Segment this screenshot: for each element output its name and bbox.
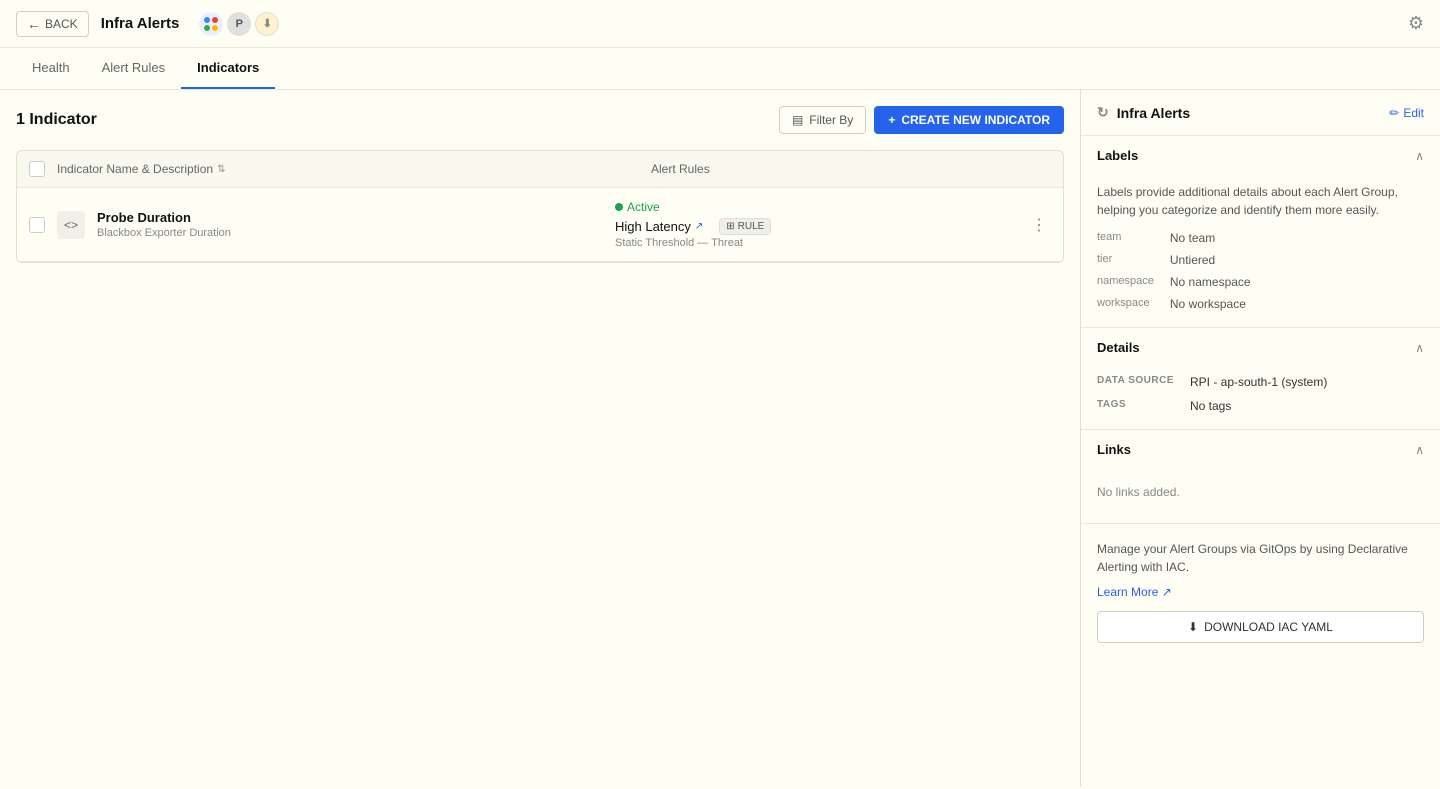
avatar-p[interactable]: P bbox=[227, 12, 251, 36]
iac-description: Manage your Alert Groups via GitOps by u… bbox=[1097, 540, 1424, 576]
rule-badge-label: RULE bbox=[738, 221, 765, 232]
links-chevron-icon: ∧ bbox=[1415, 443, 1424, 457]
rule-name-label: High Latency bbox=[615, 219, 691, 234]
detail-key-tags: TAGS bbox=[1097, 399, 1174, 410]
indicator-description: Blackbox Exporter Duration bbox=[97, 227, 603, 239]
details-grid: DATA SOURCE RPI - ap-south-1 (system) TA… bbox=[1097, 375, 1424, 413]
main-layout: 1 Indicator ▤ Filter By + CREATE NEW IND… bbox=[0, 90, 1440, 787]
code-icon: <> bbox=[57, 211, 85, 239]
row-menu-button[interactable]: ⋮ bbox=[1027, 213, 1051, 237]
refresh-icon: ↻ bbox=[1097, 104, 1109, 121]
indicator-count: 1 Indicator bbox=[16, 111, 97, 129]
sort-icon: ⇅ bbox=[217, 164, 225, 175]
row-actions: ⋮ bbox=[1027, 213, 1051, 237]
labels-section-title: Labels bbox=[1097, 148, 1138, 163]
details-chevron-icon: ∧ bbox=[1415, 341, 1424, 355]
app-title: Infra Alerts bbox=[101, 15, 180, 32]
details-section-content: DATA SOURCE RPI - ap-south-1 (system) TA… bbox=[1081, 367, 1440, 429]
label-key-namespace: namespace bbox=[1097, 275, 1154, 287]
labels-chevron-icon: ∧ bbox=[1415, 149, 1424, 163]
edit-pencil-icon: ✏ bbox=[1389, 106, 1399, 120]
links-section-title: Links bbox=[1097, 442, 1131, 457]
rule-badge: ⊞ RULE bbox=[719, 218, 771, 235]
download-iac-button[interactable]: ⬇ DOWNLOAD IAC YAML bbox=[1097, 611, 1424, 643]
select-all-checkbox[interactable] bbox=[29, 161, 45, 177]
label-key-tier: tier bbox=[1097, 253, 1154, 265]
panel-title: Infra Alerts bbox=[1117, 105, 1190, 121]
col-header-name: Indicator Name & Description ⇅ bbox=[57, 162, 639, 176]
row-rules-section: Active High Latency ↗ ⊞ RULE Static Thre… bbox=[615, 200, 1015, 249]
label-val-workspace: No workspace bbox=[1170, 297, 1424, 311]
filter-button[interactable]: ▤ Filter By bbox=[779, 106, 866, 134]
detail-val-datasource: RPI - ap-south-1 (system) bbox=[1190, 375, 1424, 389]
back-arrow-icon: ← bbox=[27, 16, 41, 32]
right-panel: ↻ Infra Alerts ✏ Edit Labels ∧ Labels pr… bbox=[1080, 90, 1440, 787]
label-key-team: team bbox=[1097, 231, 1154, 243]
labels-section-header[interactable]: Labels ∧ bbox=[1081, 136, 1440, 175]
tab-health[interactable]: Health bbox=[16, 48, 86, 89]
status-badge: Active bbox=[615, 200, 1015, 214]
labels-grid: team No team tier Untiered namespace No … bbox=[1097, 231, 1424, 311]
back-label: BACK bbox=[45, 17, 78, 31]
plus-icon: + bbox=[888, 113, 895, 127]
label-key-workspace: workspace bbox=[1097, 297, 1154, 309]
details-section: Details ∧ DATA SOURCE RPI - ap-south-1 (… bbox=[1081, 328, 1440, 430]
learn-more-link[interactable]: Learn More ↗ bbox=[1097, 585, 1172, 599]
row-name-section: Probe Duration Blackbox Exporter Duratio… bbox=[97, 210, 603, 239]
status-dot-icon bbox=[615, 203, 623, 211]
create-label: CREATE NEW INDICATOR bbox=[901, 113, 1050, 127]
toolbar: 1 Indicator ▤ Filter By + CREATE NEW IND… bbox=[16, 106, 1064, 134]
labels-description: Labels provide additional details about … bbox=[1097, 183, 1424, 219]
back-button[interactable]: ← BACK bbox=[16, 11, 89, 37]
labels-section-content: Labels provide additional details about … bbox=[1081, 175, 1440, 327]
detail-val-tags: No tags bbox=[1190, 399, 1424, 413]
rule-description: Static Threshold — Threat bbox=[615, 237, 1015, 249]
labels-section: Labels ∧ Labels provide additional detai… bbox=[1081, 136, 1440, 328]
label-val-tier: Untiered bbox=[1170, 253, 1424, 267]
filter-icon: ▤ bbox=[792, 113, 803, 127]
avatar-color[interactable] bbox=[199, 12, 223, 36]
row-checkbox[interactable] bbox=[29, 217, 45, 233]
table-header: Indicator Name & Description ⇅ Alert Rul… bbox=[17, 151, 1063, 188]
rule-link-icon[interactable]: ↗ bbox=[695, 221, 703, 232]
edit-label: Edit bbox=[1403, 106, 1424, 120]
panel-header: ↻ Infra Alerts ✏ Edit bbox=[1081, 90, 1440, 136]
links-section-content: No links added. bbox=[1081, 469, 1440, 523]
no-links-text: No links added. bbox=[1097, 477, 1424, 507]
toolbar-actions: ▤ Filter By + CREATE NEW INDICATOR bbox=[779, 106, 1064, 134]
indicator-name: Probe Duration bbox=[97, 210, 603, 225]
links-section: Links ∧ No links added. bbox=[1081, 430, 1440, 524]
download-icon: ⬇ bbox=[1188, 620, 1198, 634]
label-val-namespace: No namespace bbox=[1170, 275, 1424, 289]
avatar-down[interactable]: ⬇ bbox=[255, 12, 279, 36]
download-label: DOWNLOAD IAC YAML bbox=[1204, 620, 1333, 634]
col-header-rules: Alert Rules bbox=[651, 162, 1051, 176]
rule-name: High Latency ↗ bbox=[615, 219, 703, 234]
tabs-bar: Health Alert Rules Indicators bbox=[0, 48, 1440, 90]
panel-title-group: ↻ Infra Alerts bbox=[1097, 104, 1190, 121]
details-section-title: Details bbox=[1097, 340, 1140, 355]
col-name-label: Indicator Name & Description bbox=[57, 162, 213, 176]
app-header: ← BACK Infra Alerts P ⬇ ⚙ bbox=[0, 0, 1440, 48]
avatar-group: P ⬇ bbox=[199, 12, 279, 36]
tab-indicators[interactable]: Indicators bbox=[181, 48, 275, 89]
indicators-table: Indicator Name & Description ⇅ Alert Rul… bbox=[16, 150, 1064, 263]
details-section-header[interactable]: Details ∧ bbox=[1081, 328, 1440, 367]
label-val-team: No team bbox=[1170, 231, 1424, 245]
table-row: <> Probe Duration Blackbox Exporter Dura… bbox=[17, 188, 1063, 262]
detail-key-datasource: DATA SOURCE bbox=[1097, 375, 1174, 386]
status-label: Active bbox=[627, 200, 660, 214]
rule-badge-icon: ⊞ bbox=[726, 221, 734, 232]
filter-label: Filter By bbox=[809, 113, 853, 127]
links-section-header[interactable]: Links ∧ bbox=[1081, 430, 1440, 469]
indicators-content: 1 Indicator ▤ Filter By + CREATE NEW IND… bbox=[0, 90, 1080, 787]
tab-alert-rules[interactable]: Alert Rules bbox=[86, 48, 182, 89]
settings-icon[interactable]: ⚙ bbox=[1408, 13, 1424, 34]
create-indicator-button[interactable]: + CREATE NEW INDICATOR bbox=[874, 106, 1064, 134]
iac-section: Manage your Alert Groups via GitOps by u… bbox=[1081, 524, 1440, 659]
edit-button[interactable]: ✏ Edit bbox=[1389, 106, 1424, 120]
